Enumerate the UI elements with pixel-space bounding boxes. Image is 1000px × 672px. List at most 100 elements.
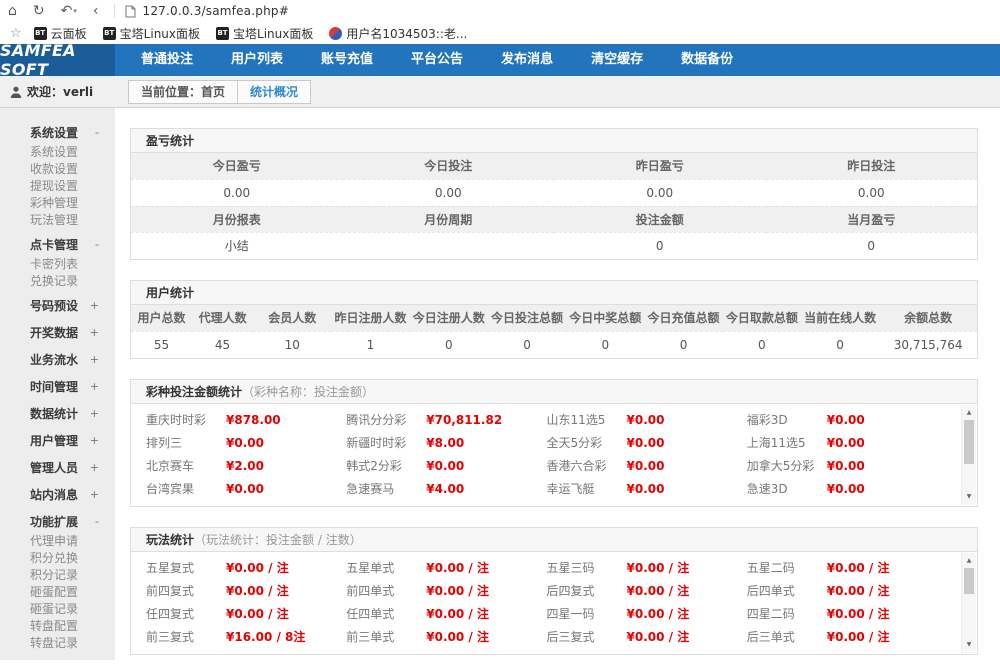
sidebar-item[interactable]: 系统设置 - [0, 122, 115, 143]
sidebar-item[interactable]: 收款设置 [0, 160, 115, 177]
panel-title: 用户统计 [131, 281, 977, 305]
toolbar-divider [114, 4, 115, 18]
lottery-name: 台湾宾果 [146, 480, 226, 497]
play-stat-item: 前三复式 ¥16.00 / 8注 [146, 625, 346, 648]
bookmark-item[interactable]: BT 宝塔Linux面板 [103, 25, 200, 42]
table-header-row: 今日盈亏今日投注昨日盈亏昨日投注 [131, 153, 977, 179]
back-icon[interactable]: ‹ [93, 0, 99, 22]
sidebar-item-label: 彩种管理 [30, 194, 78, 211]
sidebar-item-label: 数据统计 [30, 405, 78, 422]
url-field[interactable]: 127.0.0.3/samfea.php# [142, 4, 288, 18]
play-name: 前三单式 [346, 628, 426, 645]
breadcrumb-active-tab[interactable]: 统计概况 [237, 81, 310, 103]
sidebar-item[interactable]: 代理申请 [0, 532, 115, 549]
sidebar-item[interactable]: 卡密列表 [0, 255, 115, 272]
table-header-cell: 昨日注册人数 [331, 305, 409, 331]
sidebar-item-label: 转盘记录 [30, 634, 78, 651]
sidebar-item[interactable]: 积分记录 [0, 566, 115, 583]
sidebar-item[interactable]: 数据统计 + [0, 403, 115, 424]
lottery-stat-item: 腾讯分分彩 ¥70,811.82 [346, 408, 546, 431]
sidebar-item[interactable]: 站内消息 + [0, 484, 115, 505]
page-icon [125, 5, 136, 18]
lottery-amount: ¥0.00 [627, 436, 665, 450]
table-header-cell: 昨日投注 [766, 153, 978, 179]
sidebar-item[interactable]: 砸蛋记录 [0, 600, 115, 617]
lottery-amount: ¥0.00 [226, 436, 264, 450]
sidebar-item[interactable]: 转盘记录 [0, 634, 115, 651]
sidebar-item[interactable]: 彩种管理 [0, 194, 115, 211]
scrollbar[interactable]: ▲ ▼ [961, 405, 976, 505]
table-header-cell: 今日投注总额 [488, 305, 566, 331]
table-value-cell: 45 [192, 331, 253, 358]
play-name: 后四复式 [547, 582, 627, 599]
lottery-stat-item: 加拿大5分彩 ¥0.00 [747, 454, 947, 477]
play-stat-item: 任四复式 ¥0.00 / 注 [146, 602, 346, 625]
sidebar-item[interactable]: 转盘配置 [0, 617, 115, 634]
play-stat-item: 后四复式 ¥0.00 / 注 [547, 579, 747, 602]
lottery-name: 韩式2分彩 [346, 457, 426, 474]
bookmark-item[interactable]: BT 云面板 [34, 25, 87, 42]
nav-item[interactable]: 账号充值 [309, 44, 385, 76]
sidebar-item-label: 积分兑换 [30, 549, 78, 566]
nav-item[interactable]: 普通投注 [129, 44, 205, 76]
nav-item[interactable]: 发布消息 [489, 44, 565, 76]
scroll-up-icon[interactable]: ▲ [962, 555, 976, 567]
lottery-name: 加拿大5分彩 [747, 457, 827, 474]
sidebar-item[interactable]: 兑换记录 [0, 272, 115, 289]
bookmark-item[interactable]: 用户名1034503::老... [329, 25, 467, 42]
sidebar-item-label: 系统设置 [30, 143, 78, 160]
scrollbar-thumb[interactable] [964, 568, 974, 594]
sidebar-item[interactable]: 提现设置 [0, 177, 115, 194]
sidebar-item[interactable]: 玩法管理 [0, 211, 115, 228]
play-stat-item: 五星复式 ¥0.00 / 注 [146, 556, 346, 579]
sidebar-item-toggle-icon: + [90, 407, 99, 420]
bookmark-list: BT 云面板 BT 宝塔Linux面板 BT 宝塔Linux面板 用户名1034… [34, 25, 484, 42]
play-stat-item: 五星三码 ¥0.00 / 注 [547, 556, 747, 579]
play-amount: ¥0.00 / 注 [627, 605, 690, 622]
sidebar-item-toggle-icon: - [95, 126, 99, 139]
sidebar-item[interactable]: 时间管理 + [0, 376, 115, 397]
scrollbar[interactable]: ▲ ▼ [961, 553, 976, 653]
sidebar-item[interactable]: 号码预设 + [0, 295, 115, 316]
play-amount: ¥0.00 / 注 [226, 559, 289, 576]
lottery-amount: ¥8.00 [426, 436, 464, 450]
sidebar-item[interactable]: 砸蛋配置 [0, 583, 115, 600]
sidebar-item[interactable]: 积分兑换 [0, 549, 115, 566]
lottery-amount: ¥70,811.82 [426, 413, 502, 427]
sidebar-item[interactable]: 功能扩展 - [0, 511, 115, 532]
scrollbar-thumb[interactable] [964, 420, 974, 464]
bookmark-item[interactable]: BT 宝塔Linux面板 [216, 25, 313, 42]
table-header-row: 用户总数代理人数会员人数昨日注册人数今日注册人数今日投注总额今日中奖总额今日充值… [131, 305, 977, 331]
scroll-up-icon[interactable]: ▲ [962, 407, 976, 419]
breadcrumb-location: 当前位置：首页 [129, 81, 237, 103]
sidebar-item[interactable]: 系统设置 [0, 143, 115, 160]
lottery-amount: ¥0.00 [827, 459, 865, 473]
sidebar-item-toggle-icon: + [90, 299, 99, 312]
home-icon[interactable]: ⌂ [8, 0, 17, 22]
sidebar-item[interactable]: 开奖数据 + [0, 322, 115, 343]
play-amount: ¥0.00 / 注 [226, 582, 289, 599]
sidebar-item[interactable]: 用户管理 + [0, 430, 115, 451]
table-header-cell: 当前在线人数 [801, 305, 879, 331]
nav-item[interactable]: 数据备份 [669, 44, 745, 76]
stat-grid: 五星复式 ¥0.00 / 注 五星单式 ¥0.00 / 注 五星三码 [131, 552, 977, 654]
nav-item[interactable]: 平台公告 [399, 44, 475, 76]
play-stat-item: 前四复式 ¥0.00 / 注 [146, 579, 346, 602]
nav-item[interactable]: 清空缓存 [579, 44, 655, 76]
bookmark-label: 用户名1034503::老... [346, 25, 467, 42]
scroll-down-icon[interactable]: ▼ [962, 491, 976, 503]
play-amount: ¥0.00 / 注 [426, 559, 489, 576]
sidebar-item[interactable]: 点卡管理 - [0, 234, 115, 255]
play-stat-item: 前四单式 ¥0.00 / 注 [346, 579, 546, 602]
bookmark-star-icon[interactable]: ☆ [10, 26, 22, 41]
reload-icon[interactable]: ↻ [33, 0, 45, 22]
panel-title-text: 玩法统计 [146, 533, 194, 547]
nav-item[interactable]: 用户列表 [219, 44, 295, 76]
sidebar-item-label: 功能扩展 [30, 513, 78, 530]
table-value-row: 554510100000030,715,764 [131, 331, 977, 358]
sidebar-item[interactable]: 业务流水 + [0, 349, 115, 370]
scroll-down-icon[interactable]: ▼ [962, 639, 976, 651]
sidebar-item[interactable]: 管理人员 + [0, 457, 115, 478]
undo-icon[interactable]: ↶▾ [61, 0, 77, 22]
table-header-cell: 投注金额 [554, 206, 766, 232]
